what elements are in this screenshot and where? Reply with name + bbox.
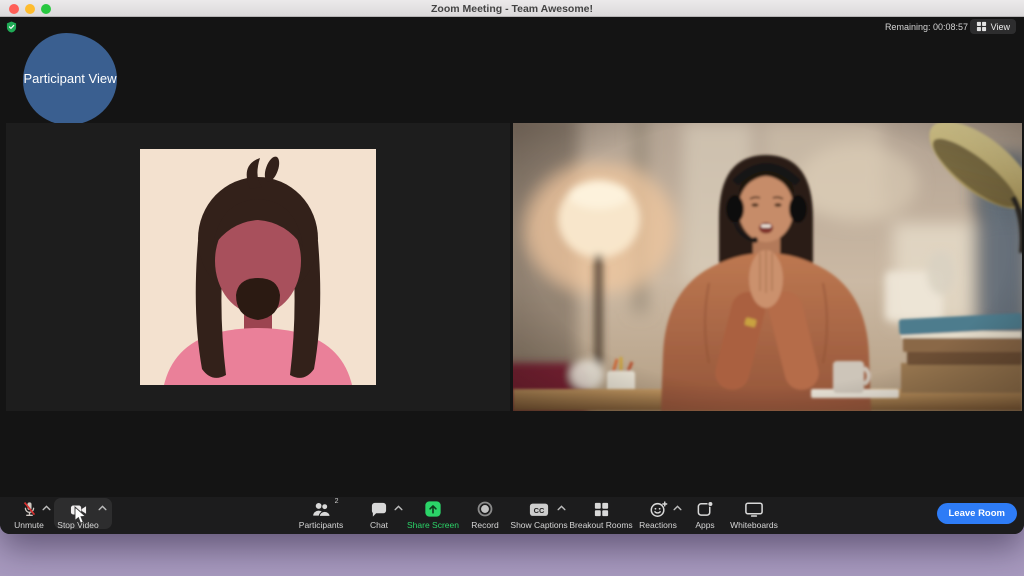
- video-tile-remote-participant: [513, 123, 1022, 411]
- security-shield-icon[interactable]: [6, 21, 17, 33]
- desktop: Zoom Meeting - Team Awesome! Remaining: …: [0, 0, 1024, 576]
- video-tile-sebastian: Sebastian Sales: [6, 123, 510, 411]
- meeting-time-remaining: Remaining: 00:08:57: [885, 22, 968, 32]
- unmute-options-caret[interactable]: [42, 505, 51, 511]
- breakout-rooms-button[interactable]: Breakout Rooms: [571, 500, 631, 532]
- participant-view-label: Participant View: [24, 71, 117, 87]
- share-screen-icon: [424, 500, 442, 518]
- unmute-label: Unmute: [14, 520, 44, 530]
- captions-icon: CC: [529, 500, 549, 518]
- participants-label: Participants: [299, 520, 343, 530]
- share-screen-button[interactable]: Share Screen: [403, 500, 463, 532]
- remote-participant-video: [513, 123, 1022, 411]
- participants-icon: 2: [312, 500, 331, 518]
- whiteboards-label: Whiteboards: [730, 520, 778, 530]
- participants-button[interactable]: 2 Participants: [293, 500, 349, 532]
- record-label: Record: [471, 520, 498, 530]
- microphone-muted-icon: [21, 500, 38, 518]
- apps-button[interactable]: Apps: [689, 500, 721, 532]
- leave-room-label: Leave Room: [949, 508, 1006, 519]
- zoom-meeting-window: Zoom Meeting - Team Awesome! Remaining: …: [0, 0, 1024, 534]
- svg-text:CC: CC: [534, 506, 545, 515]
- window-title: Zoom Meeting - Team Awesome!: [0, 3, 1024, 15]
- participant-view-badge: Participant View: [23, 33, 117, 125]
- chat-bubble-icon: [370, 500, 388, 518]
- share-screen-label: Share Screen: [407, 520, 459, 530]
- record-button[interactable]: Record: [465, 500, 505, 532]
- reactions-icon: [649, 500, 668, 518]
- window-titlebar: Zoom Meeting - Team Awesome!: [0, 0, 1024, 17]
- avatar-illustration: [140, 149, 376, 385]
- breakout-rooms-icon: [593, 500, 610, 518]
- apps-icon: [696, 500, 714, 518]
- view-button[interactable]: View: [970, 19, 1016, 34]
- show-captions-label: Show Captions: [510, 520, 567, 530]
- video-options-caret[interactable]: [98, 505, 107, 511]
- chat-options-caret[interactable]: [394, 505, 403, 511]
- chat-button[interactable]: Chat: [360, 500, 398, 532]
- reactions-label: Reactions: [639, 520, 677, 530]
- reactions-options-caret[interactable]: [673, 505, 682, 511]
- view-button-label: View: [991, 22, 1010, 32]
- leave-room-button[interactable]: Leave Room: [937, 503, 1018, 524]
- captions-options-caret[interactable]: [557, 505, 566, 511]
- whiteboards-icon: [744, 500, 764, 518]
- meeting-toolbar: Unmute Stop Video: [0, 497, 1024, 534]
- record-icon: [476, 500, 494, 518]
- whiteboards-button[interactable]: Whiteboards: [725, 500, 783, 532]
- mouse-cursor: [74, 506, 87, 525]
- chat-label: Chat: [370, 520, 388, 530]
- grid-view-icon: [976, 21, 987, 32]
- participants-count-badge: 2: [335, 498, 339, 505]
- apps-label: Apps: [695, 520, 714, 530]
- breakout-rooms-label: Breakout Rooms: [569, 520, 632, 530]
